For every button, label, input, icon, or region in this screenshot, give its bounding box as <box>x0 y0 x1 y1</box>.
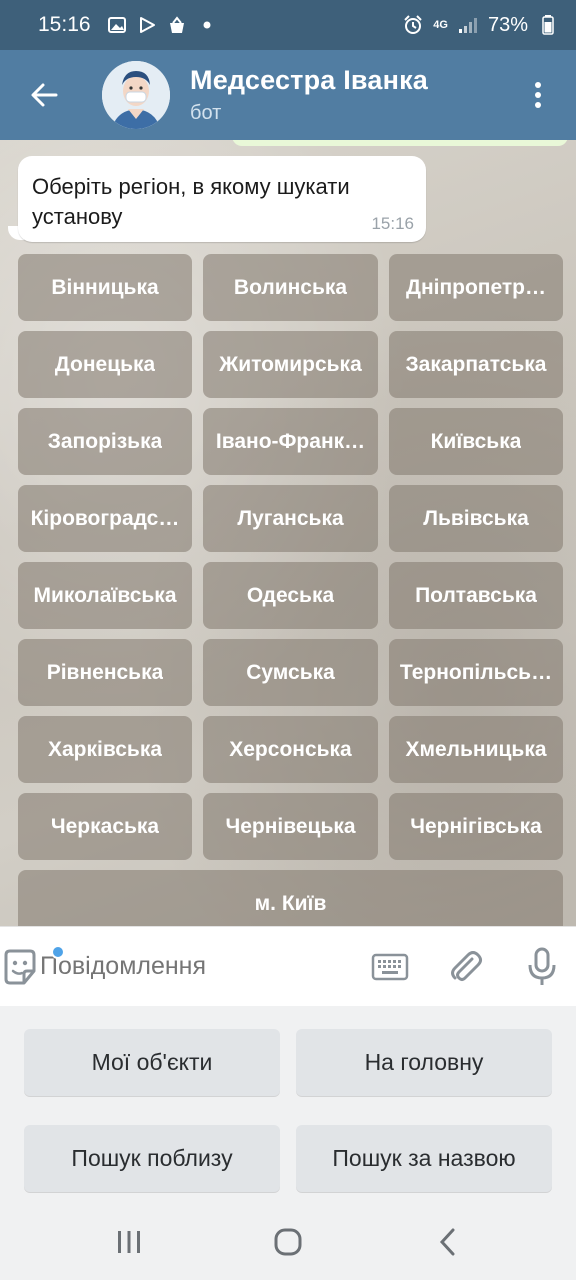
region-button[interactable]: Закарпатська <box>389 331 563 398</box>
more-vertical-icon <box>535 82 541 108</box>
reply-keyboard: Мої об'єкти На головну Пошук поблизу Пош… <box>0 1006 576 1204</box>
home-button[interactable]: На головну <box>296 1029 552 1096</box>
more-menu-button[interactable] <box>500 50 576 140</box>
region-button[interactable]: Львівська <box>389 485 563 552</box>
dot-icon <box>197 15 217 35</box>
region-button[interactable]: Кіровоградс… <box>18 485 192 552</box>
region-button[interactable]: Чернігівська <box>389 793 563 860</box>
message-input[interactable] <box>40 936 362 997</box>
my-objects-button[interactable]: Мої об'єкти <box>24 1029 280 1096</box>
region-button[interactable]: Вінницька <box>18 254 192 321</box>
region-button[interactable]: Дніпропетр… <box>389 254 563 321</box>
region-button[interactable]: Полтавська <box>389 562 563 629</box>
message-bubble[interactable]: Оберіть регіон, в якому шукати установу … <box>18 156 426 242</box>
search-by-name-button[interactable]: Пошук за назвою <box>296 1124 552 1192</box>
back-button[interactable] <box>0 50 88 140</box>
battery-percent: 73% <box>487 13 528 36</box>
chat-area[interactable]: Оберіть регіон, в якому шукати установу … <box>0 140 576 926</box>
signal-icon <box>458 15 478 35</box>
region-button[interactable]: Івано-Франк… <box>203 408 378 475</box>
region-button[interactable]: Київська <box>389 408 563 475</box>
notification-dot <box>51 944 65 959</box>
play-store-icon <box>137 15 157 35</box>
chevron-left-icon <box>439 1228 455 1256</box>
battery-icon <box>538 15 558 35</box>
region-button[interactable]: Харківська <box>18 716 192 783</box>
region-button[interactable]: Рівненська <box>18 639 192 706</box>
nurse-avatar-icon <box>102 61 170 129</box>
keyboard-icon <box>371 953 409 980</box>
region-button[interactable]: Волинська <box>203 254 378 321</box>
alarm-icon <box>403 15 423 35</box>
back-arrow-icon <box>31 83 58 107</box>
message-text: Оберіть регіон, в якому шукати установу <box>32 174 350 229</box>
previous-message-edge <box>232 140 568 146</box>
recent-apps-button[interactable] <box>89 1212 169 1272</box>
sticker-icon <box>4 949 36 984</box>
kyiv-city-button[interactable]: м. Київ <box>18 870 563 926</box>
region-keyboard: Вінницька Волинська Дніпропетр… Донецька… <box>18 254 563 926</box>
region-button[interactable]: Житомирська <box>203 331 378 398</box>
region-button[interactable]: Чернівецька <box>203 793 378 860</box>
keyboard-toggle-button[interactable] <box>362 939 418 995</box>
recent-apps-icon <box>118 1231 141 1253</box>
chat-header: Медсестра Іванка бот <box>0 50 576 140</box>
region-button[interactable]: Запорізька <box>18 408 192 475</box>
avatar[interactable] <box>102 61 170 129</box>
status-bar: 15:16 4G 73% <box>0 0 576 50</box>
message-time: 15:16 <box>371 214 414 233</box>
sticker-button[interactable] <box>0 927 65 1007</box>
region-button[interactable]: Хмельницька <box>389 716 563 783</box>
shopping-bag-icon <box>167 15 187 35</box>
paperclip-icon <box>451 950 482 981</box>
microphone-icon <box>528 947 556 985</box>
network-type: 4G <box>433 19 448 31</box>
home-nav-button[interactable] <box>248 1212 328 1272</box>
attach-button[interactable] <box>438 939 494 995</box>
voice-button[interactable] <box>514 939 570 995</box>
back-nav-button[interactable] <box>407 1212 487 1272</box>
system-nav-bar <box>0 1204 576 1280</box>
region-button[interactable]: Миколаївська <box>18 562 192 629</box>
region-button[interactable]: Сумська <box>203 639 378 706</box>
region-button[interactable]: Херсонська <box>203 716 378 783</box>
region-button[interactable]: Донецька <box>18 331 192 398</box>
home-circle-icon <box>274 1228 302 1256</box>
message-input-bar <box>0 926 576 1006</box>
search-nearby-button[interactable]: Пошук поблизу <box>24 1124 280 1192</box>
region-button[interactable]: Луганська <box>203 485 378 552</box>
chat-subtitle: бот <box>190 102 222 124</box>
region-button[interactable]: Черкаська <box>18 793 192 860</box>
chat-title[interactable]: Медсестра Іванка <box>190 65 428 96</box>
region-button[interactable]: Тернопільсь… <box>389 639 563 706</box>
gallery-icon <box>107 15 127 35</box>
status-time: 15:16 <box>38 13 91 36</box>
region-button[interactable]: Одеська <box>203 562 378 629</box>
